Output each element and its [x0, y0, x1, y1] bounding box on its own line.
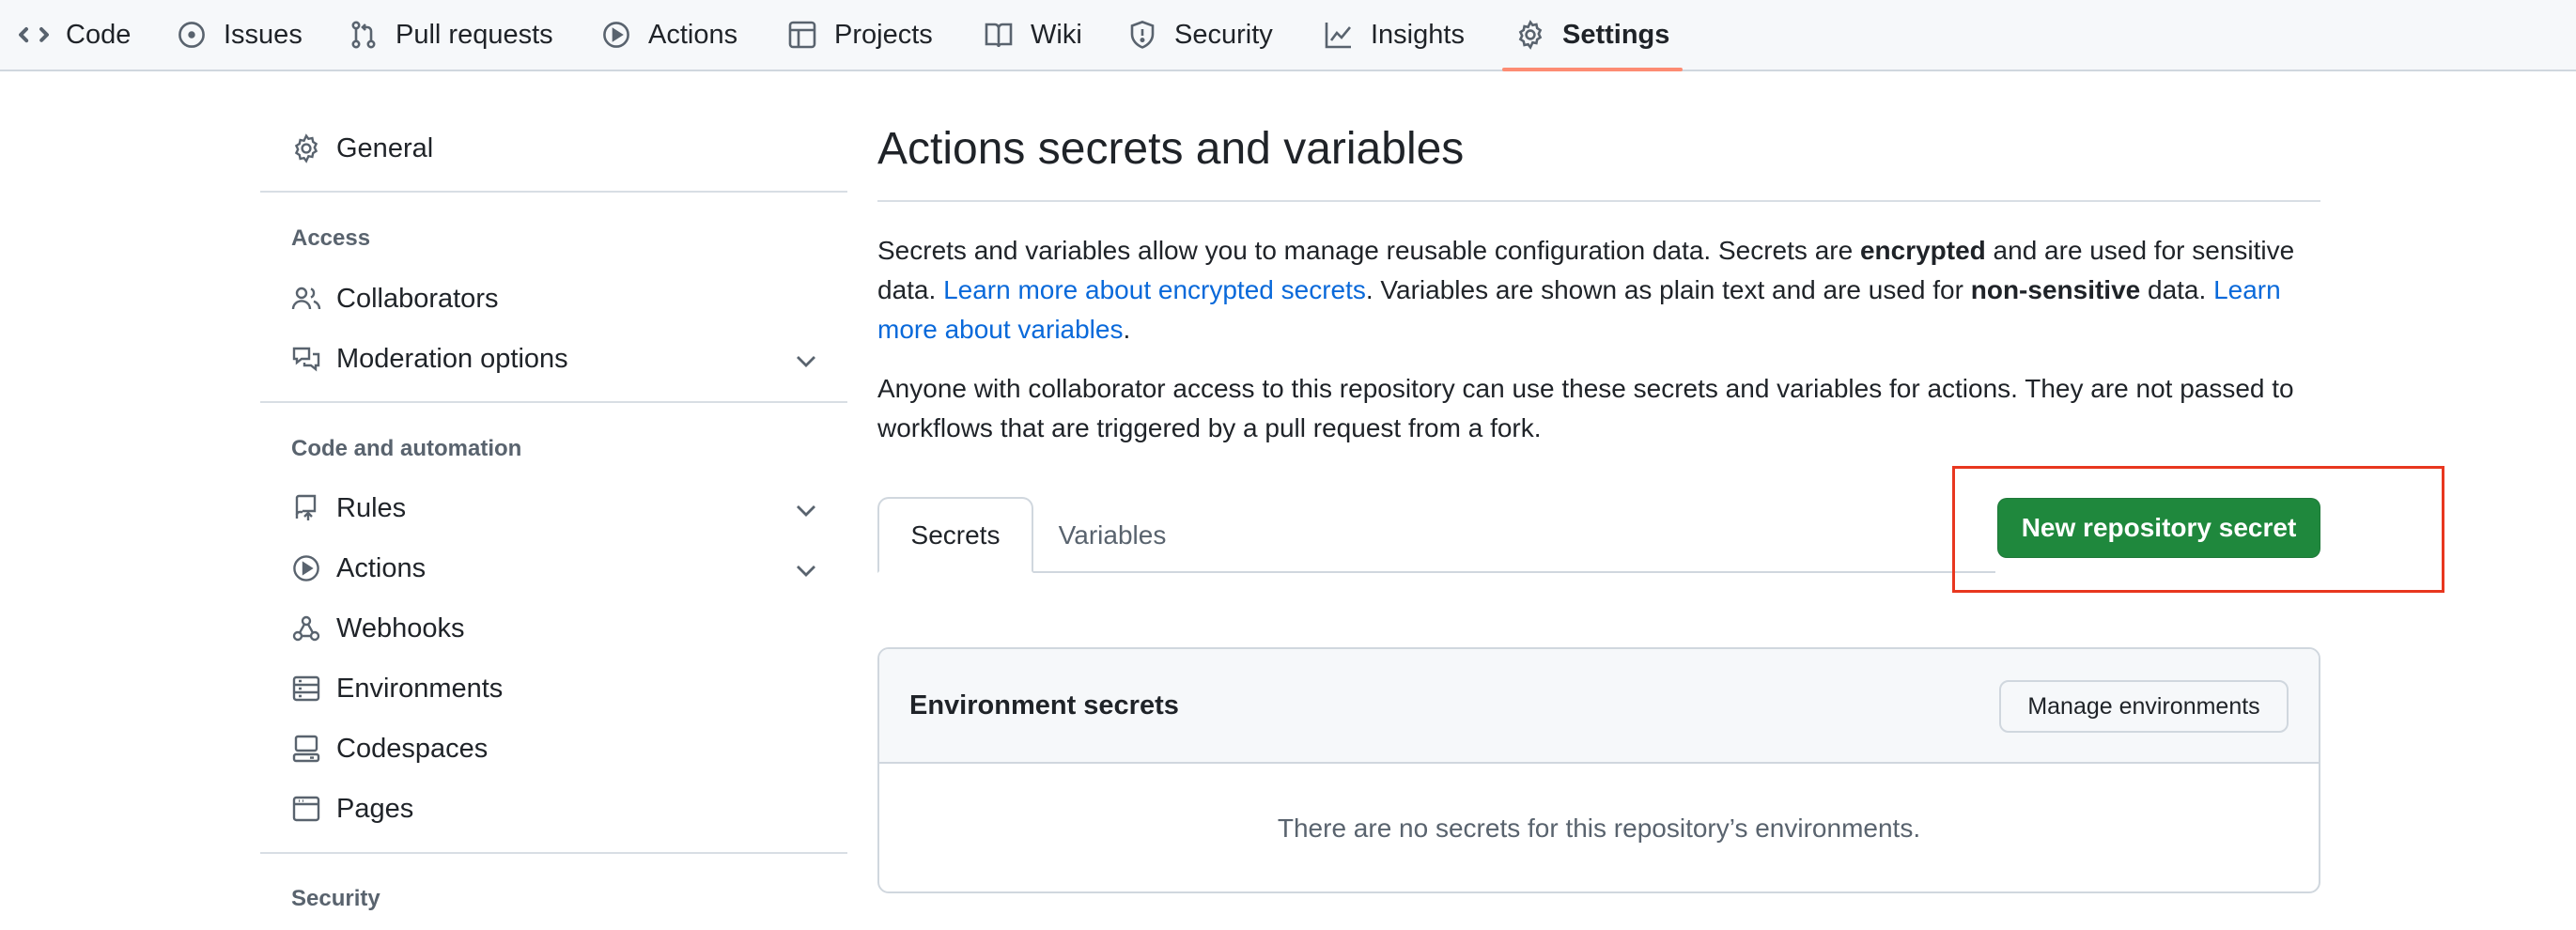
- tab-insights-label: Insights: [1371, 19, 1465, 50]
- tab-insights[interactable]: Insights: [1324, 0, 1465, 70]
- sidebar-heading-code-automation: Code and automation: [291, 436, 522, 461]
- sidebar-item-label: Actions: [336, 552, 427, 583]
- sidebar-divider: [260, 852, 847, 854]
- tab-wiki-label: Wiki: [1031, 19, 1082, 50]
- sidebar-item-collaborators[interactable]: Collaborators: [291, 274, 817, 323]
- sidebar-heading-security: Security: [291, 886, 380, 911]
- issue-opened-icon: [177, 20, 207, 50]
- sidebar-item-label: Webhooks: [336, 612, 465, 643]
- collaborator-notice: Anyone with collaborator access to this …: [877, 374, 2294, 442]
- sidebar-item-label: Rules: [336, 492, 407, 523]
- tab-issues[interactable]: Issues: [177, 0, 303, 70]
- sidebar-item-webhooks[interactable]: Webhooks: [291, 604, 817, 653]
- environment-secrets-box: Environment secrets Manage environments …: [877, 647, 2320, 893]
- git-pull-request-icon: [349, 20, 379, 50]
- tab-settings[interactable]: Settings: [1501, 0, 1684, 71]
- tab-projects-label: Projects: [834, 19, 933, 50]
- chevron-down-icon[interactable]: [791, 346, 817, 372]
- book-icon: [984, 20, 1014, 50]
- browser-icon: [291, 794, 321, 824]
- sidebar-item-moderation-options[interactable]: Moderation options: [291, 334, 817, 383]
- sidebar-divider: [260, 401, 847, 403]
- intro-text-segment: .: [1123, 315, 1131, 344]
- learn-more-secrets-link[interactable]: Learn more about encrypted secrets: [943, 275, 1366, 304]
- title-divider: [877, 200, 2320, 202]
- sidebar-item-pages[interactable]: Pages: [291, 784, 817, 833]
- tab-settings-label: Settings: [1562, 19, 1670, 50]
- webhook-icon: [291, 613, 321, 643]
- server-icon: [291, 674, 321, 704]
- people-icon: [291, 284, 321, 314]
- gear-icon: [1515, 20, 1545, 50]
- page-title: Actions secrets and variables: [877, 124, 1465, 174]
- tab-code[interactable]: Code: [19, 0, 131, 70]
- tab-actions-label: Actions: [648, 19, 738, 50]
- environment-secrets-empty: There are no secrets for this repository…: [1277, 814, 1921, 843]
- tab-pull-requests-label: Pull requests: [396, 19, 553, 50]
- intro-bold-encrypted: encrypted: [1859, 236, 1986, 265]
- comment-discussion-icon: [291, 344, 321, 374]
- repo-nav: Code Issues Pull requests Actions Projec…: [0, 0, 2576, 71]
- code-icon: [19, 20, 49, 50]
- environment-secrets-header: Environment secrets Manage environments: [879, 649, 2319, 764]
- play-icon: [291, 553, 321, 583]
- tab-actions[interactable]: Actions: [601, 0, 737, 70]
- manage-environments-button[interactable]: Manage environments: [1999, 680, 2289, 733]
- tab-code-label: Code: [66, 19, 132, 50]
- intro-bold-non-sensitive: non-sensitive: [1970, 275, 2141, 304]
- intro-text: Secrets and variables allow you to manag…: [877, 231, 2320, 349]
- sidebar-item-label: Moderation options: [336, 343, 568, 374]
- tab-wiki[interactable]: Wiki: [984, 0, 1082, 70]
- sidebar-item-label: Environments: [336, 673, 504, 704]
- graph-icon: [1324, 20, 1354, 50]
- environment-secrets-title: Environment secrets: [909, 690, 1179, 721]
- repo-push-icon: [291, 493, 321, 523]
- table-icon: [787, 20, 817, 50]
- sidebar-item-label: Collaborators: [336, 283, 499, 314]
- sidebar-item-general[interactable]: General: [291, 124, 817, 173]
- gear-icon: [291, 133, 321, 163]
- intro-text-segment: . Variables are shown as plain text and …: [1365, 275, 1971, 304]
- intro-text-segment: Secrets and variables allow you to manag…: [877, 236, 1860, 265]
- tab-issues-label: Issues: [224, 19, 303, 50]
- chevron-down-icon[interactable]: [791, 495, 817, 521]
- sidebar-item-codespaces[interactable]: Codespaces: [291, 724, 817, 773]
- chevron-down-icon[interactable]: [791, 555, 817, 581]
- shield-icon: [1127, 20, 1157, 50]
- sidebar-heading-access: Access: [291, 225, 371, 251]
- tab-security[interactable]: Security: [1127, 0, 1273, 70]
- tab-secrets[interactable]: Secrets: [877, 497, 1033, 573]
- sidebar-item-label: Pages: [336, 793, 414, 824]
- tab-pull-requests[interactable]: Pull requests: [349, 0, 553, 70]
- sidebar-item-actions[interactable]: Actions: [291, 544, 817, 593]
- codespaces-icon: [291, 734, 321, 764]
- sidebar-item-environments[interactable]: Environments: [291, 664, 817, 713]
- sidebar-item-label: General: [336, 132, 434, 163]
- play-icon: [601, 20, 631, 50]
- highlight-annotation-box: [1952, 466, 2444, 593]
- sidebar-item-label: Codespaces: [336, 733, 489, 764]
- tab-projects[interactable]: Projects: [787, 0, 933, 70]
- tab-variables[interactable]: Variables: [1033, 497, 1191, 573]
- intro-text-segment: data.: [2140, 275, 2214, 304]
- sidebar-item-rules[interactable]: Rules: [291, 484, 817, 533]
- sidebar-divider: [260, 191, 847, 193]
- tab-security-label: Security: [1174, 19, 1273, 50]
